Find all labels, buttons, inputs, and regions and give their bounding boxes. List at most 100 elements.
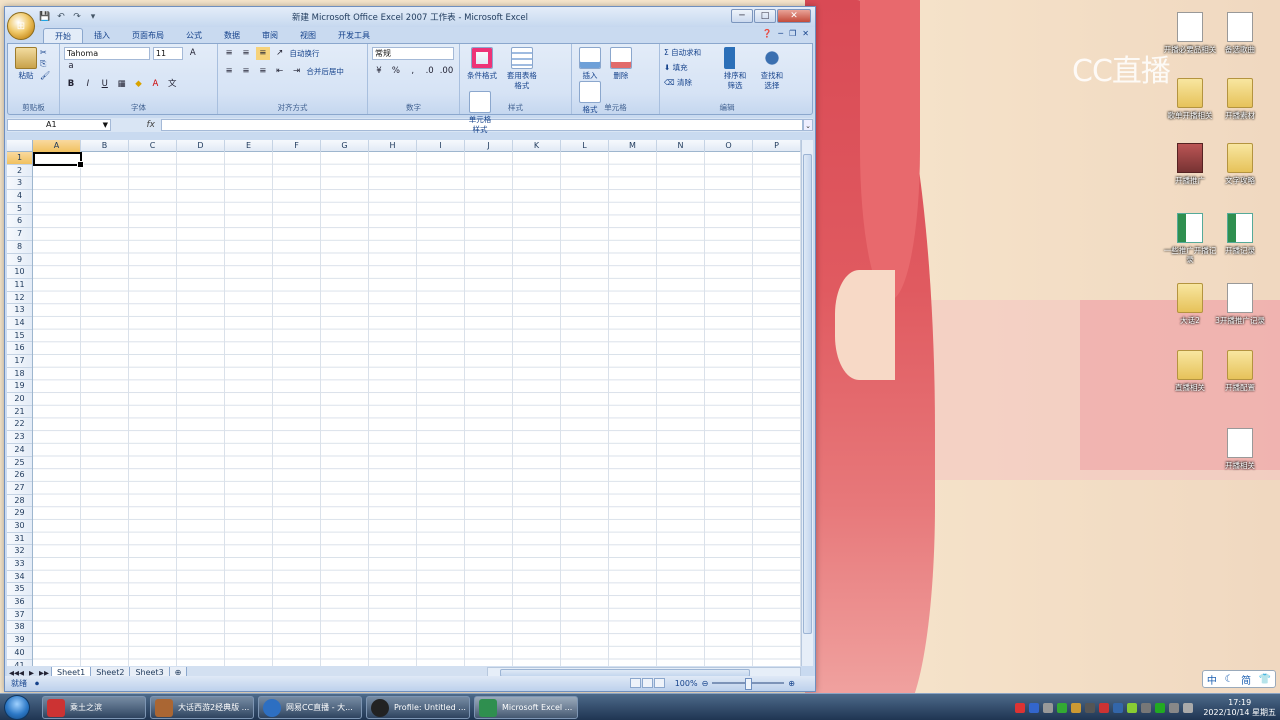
row-header[interactable]: 25 [7,457,32,470]
desktop-icon[interactable]: 直播相关 [1162,350,1218,392]
taskbar-item-dahua[interactable]: 大话西游2经典版 ... [150,696,254,719]
row-header[interactable]: 28 [7,495,32,508]
name-box[interactable]: A1 ▼ [7,119,111,131]
taskbar-item-excel[interactable]: Microsoft Excel ... [474,696,578,719]
tray-icon[interactable] [1113,702,1124,713]
grow-font-icon[interactable]: A [186,47,200,60]
row-header[interactable]: 34 [7,571,32,584]
row-header[interactable]: 22 [7,418,32,432]
row-header[interactable]: 23 [7,431,32,444]
row-header[interactable]: 26 [7,469,32,482]
format-as-table-button[interactable]: 套用表格格式 [506,47,538,91]
align-bottom-icon[interactable]: ≡ [255,47,270,60]
row-header[interactable]: 10 [7,266,32,279]
row-header[interactable]: 6 [7,215,32,229]
close-button[interactable]: ✕ [777,9,811,23]
tab-formulas[interactable]: 公式 [175,28,213,43]
column-header[interactable]: I [417,140,465,152]
row-header[interactable]: 40 [7,647,32,660]
maximize-button[interactable]: □ [754,9,776,23]
clock[interactable]: 17:19 2022/10/14 星期五 [1203,698,1276,718]
worksheet[interactable]: ABCDEFGHIJKLMNOP 1 2 3 4 5 6 7 8 9 10 11 12 13 14 15 16… [7,140,803,666]
column-header[interactable]: O [705,140,753,152]
row-header[interactable]: 7 [7,228,32,241]
desktop-icon[interactable]: 备选歌曲 [1212,12,1268,54]
customize-qat-icon[interactable]: ▾ [87,11,99,23]
increase-decimal-icon[interactable]: .0 [423,65,437,78]
chevron-down-icon[interactable]: ▼ [103,120,108,130]
row-header[interactable]: 12 [7,292,32,305]
row-header[interactable]: 19 [7,380,32,394]
row-header[interactable]: 18 [7,368,32,381]
column-header[interactable]: E [225,140,273,152]
cut-icon[interactable]: ✂ [40,48,50,57]
fill-color-icon[interactable]: ◆ [132,78,146,91]
normal-view-icon[interactable] [629,678,641,688]
row-header[interactable]: 33 [7,558,32,571]
zoom-slider[interactable] [712,678,785,690]
border-icon[interactable]: ▦ [115,78,129,91]
row-header[interactable]: 31 [7,533,32,546]
taskbar-item-game[interactable]: 乘土之滨 [42,696,146,719]
column-header[interactable]: F [273,140,321,152]
row-header[interactable]: 11 [7,279,32,292]
row-header[interactable]: 5 [7,203,32,216]
insert-cells-button[interactable]: 插入 [579,47,601,81]
column-header[interactable]: H [369,140,417,152]
start-button[interactable] [4,695,30,720]
align-top-icon[interactable]: ≡ [222,47,236,60]
row-header[interactable]: 29 [7,507,32,520]
tab-home[interactable]: 开始 [43,28,83,43]
cell-grid[interactable] [33,152,803,666]
minimize-button[interactable]: ─ [731,9,753,23]
font-name-select[interactable]: Tahoma [64,47,150,60]
orientation-icon[interactable]: ↗ [273,47,287,60]
row-header[interactable]: 27 [7,482,32,495]
row-header[interactable]: 37 [7,609,32,622]
sort-filter-button[interactable]: 排序和筛选 [721,47,749,91]
tab-page-layout[interactable]: 页面布局 [121,28,175,43]
zoom-level[interactable]: 100% [675,679,698,688]
column-header[interactable]: C [129,140,177,152]
title-bar[interactable]: ⊞ 💾 ↶ ↷ ▾ 新建 Microsoft Office Excel 2007… [5,7,815,40]
italic-button[interactable]: I [81,78,95,91]
tray-icon[interactable] [1099,702,1110,713]
desktop-icon[interactable]: 开播必要品相关 [1162,12,1218,54]
cell-styles-button[interactable]: 单元格样式 [467,91,493,135]
align-middle-icon[interactable]: ≡ [239,47,253,60]
moon-icon[interactable]: ☾ [1224,674,1233,685]
phonetic-icon[interactable]: 文 [165,78,179,91]
wrap-text-button[interactable]: 自动换行 [290,48,320,60]
tray-icon[interactable] [1085,702,1096,713]
desktop-icon[interactable]: 开播记录 [1212,213,1268,255]
column-header[interactable]: A [33,140,81,152]
column-header[interactable]: L [561,140,609,152]
row-header[interactable]: 38 [7,621,32,635]
vertical-scroll-thumb[interactable] [803,154,812,634]
row-header[interactable]: 24 [7,444,32,457]
vertical-scrollbar[interactable] [801,140,813,666]
ribbon-close-icon[interactable]: ✕ [802,29,809,38]
decrease-decimal-icon[interactable]: .00 [440,65,454,78]
desktop-icon[interactable]: 开播配置 [1212,350,1268,392]
align-center-icon[interactable]: ≡ [239,65,253,78]
tab-review[interactable]: 审阅 [251,28,289,43]
column-header[interactable]: B [81,140,129,152]
tray-icon[interactable] [1015,702,1026,713]
column-header[interactable]: G [321,140,369,152]
underline-button[interactable]: U [98,78,112,91]
desktop-icon[interactable]: 歌单开播相关 [1162,78,1218,120]
conditional-format-button[interactable]: 条件格式 [467,47,497,81]
delete-cells-button[interactable]: 删除 [609,47,632,81]
bold-button[interactable]: B [64,78,78,91]
tab-insert[interactable]: 插入 [83,28,121,43]
column-header[interactable]: J [465,140,513,152]
find-select-button[interactable]: 查找和选择 [758,47,786,91]
desktop-icon[interactable]: 开播素材 [1212,78,1268,120]
column-header[interactable]: D [177,140,225,152]
row-header[interactable]: 3 [7,177,32,191]
row-header[interactable]: 2 [7,165,32,178]
network-icon[interactable] [1169,702,1180,713]
font-size-select[interactable]: 11 [152,47,183,60]
desktop-icon[interactable]: 大话2 [1162,283,1218,325]
